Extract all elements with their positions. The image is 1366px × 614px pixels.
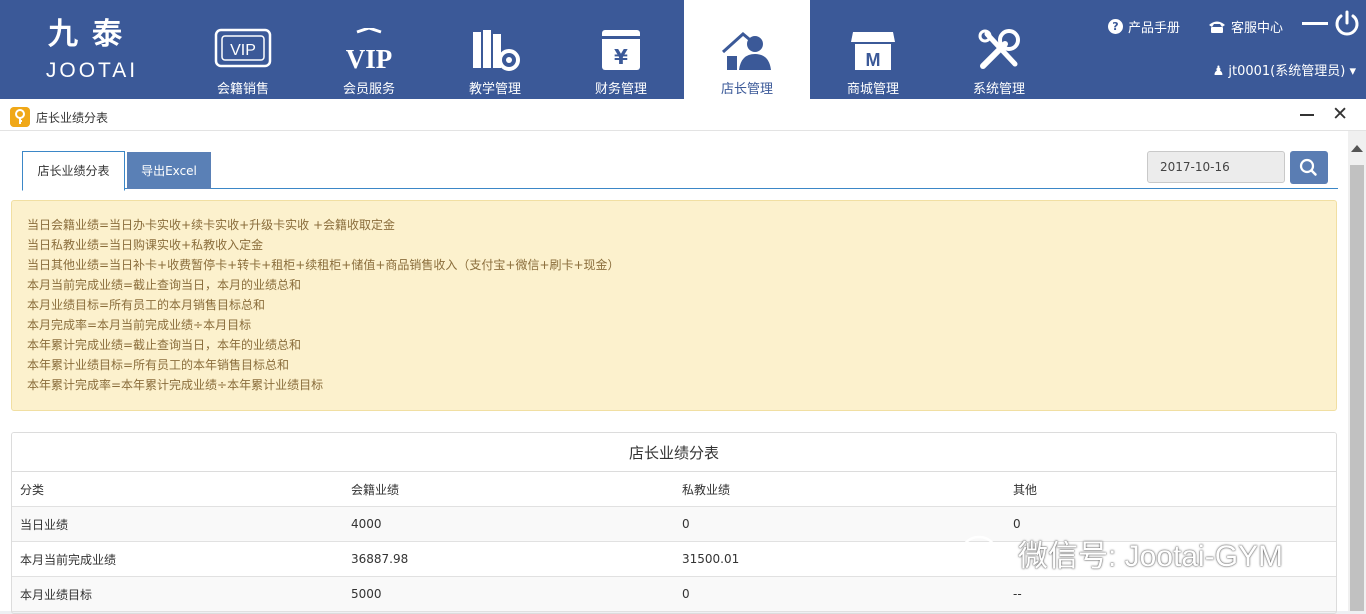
table-cell: 5000 bbox=[343, 576, 674, 612]
caret-down-icon: ▾ bbox=[1349, 64, 1356, 79]
table-row: 本月业绩目标 5000 0 -- bbox=[12, 576, 1336, 612]
panel-header: 店长业绩分表 ✕ bbox=[0, 99, 1366, 131]
power-icon[interactable] bbox=[1334, 10, 1360, 36]
wechat-watermark: 微信号: Jootai-GYM bbox=[960, 531, 1283, 575]
vertical-scrollbar[interactable] bbox=[1348, 131, 1366, 611]
nav-mall[interactable]: M 商城管理 bbox=[810, 0, 936, 99]
column-header: 分类 bbox=[12, 472, 343, 507]
export-excel-button[interactable]: 导出Excel bbox=[127, 152, 211, 189]
column-header: 私教业绩 bbox=[674, 472, 1005, 507]
panel-minimize-button[interactable] bbox=[1300, 114, 1314, 116]
table-cell: 4000 bbox=[343, 506, 674, 542]
user-icon: ♟ bbox=[1212, 64, 1225, 79]
info-line: 本年累计完成业绩=截止查询当日，本年的业绩总和 bbox=[27, 338, 302, 352]
svg-text:VIP: VIP bbox=[346, 44, 393, 72]
table-cell: 0 bbox=[674, 506, 1005, 542]
top-navigation-bar: 九泰 JOOTAI VIP 会籍销售 VIP 会员服务 教学管理 ¥ 财务管理 … bbox=[0, 0, 1366, 99]
panel-title: 店长业绩分表 bbox=[36, 111, 109, 125]
info-line: 本月当前完成业绩=截止查询当日，本月的业绩总和 bbox=[27, 278, 302, 292]
nav-label: 系统管理 bbox=[972, 82, 1025, 97]
customer-service-label: 客服中心 bbox=[1231, 21, 1284, 36]
nav-teaching[interactable]: 教学管理 bbox=[432, 0, 558, 99]
brand-logo: 九泰 JOOTAI bbox=[22, 18, 162, 94]
info-line: 当日会籍业绩=当日办卡实收+续卡实收+升级卡实收 +会籍收取定金 bbox=[27, 218, 396, 232]
nav-label: 财务管理 bbox=[594, 82, 647, 97]
tabs-divider bbox=[22, 188, 1338, 189]
minimize-app-button[interactable] bbox=[1302, 22, 1328, 25]
product-manual-label: 产品手册 bbox=[1128, 21, 1181, 36]
nav-membership-sales[interactable]: VIP 会籍销售 bbox=[180, 0, 306, 99]
table-cell: 31500.01 bbox=[674, 541, 1005, 577]
nav-label: 教学管理 bbox=[468, 82, 521, 97]
table-cell: -- bbox=[1005, 576, 1336, 612]
nav-label: 会籍销售 bbox=[216, 82, 269, 97]
tools-icon bbox=[978, 29, 1020, 69]
info-line: 当日其他业绩=当日补卡+收费暂停卡+转卡+租柜+续租柜+储值+商品销售收入（支付… bbox=[27, 258, 620, 272]
header-right: ? 产品手册 客服中心 ♟ jt0001(系统管理员) ▾ bbox=[1086, 0, 1366, 99]
yuan-document-icon: ¥ bbox=[602, 30, 640, 70]
vip-card-icon: VIP bbox=[214, 28, 272, 68]
info-line: 本月业绩目标=所有员工的本月销售目标总和 bbox=[27, 298, 266, 312]
table-cell: 本月业绩目标 bbox=[12, 576, 343, 612]
user-menu[interactable]: ♟ jt0001(系统管理员) ▾ bbox=[1213, 60, 1356, 79]
table-cell: 36887.98 bbox=[343, 541, 674, 577]
product-manual-link[interactable]: ? 产品手册 bbox=[1108, 17, 1180, 36]
svg-text:VIP: VIP bbox=[230, 42, 256, 59]
panel-close-button[interactable]: ✕ bbox=[1332, 104, 1348, 124]
date-field[interactable]: 2017-10-16 bbox=[1147, 151, 1285, 183]
help-icon: ? bbox=[1108, 19, 1123, 34]
nav-system[interactable]: 系统管理 bbox=[936, 0, 1062, 99]
nav-label: 商城管理 bbox=[846, 82, 899, 97]
store-icon: M bbox=[851, 32, 895, 70]
table-cell: 当日业绩 bbox=[12, 506, 343, 542]
column-header: 其他 bbox=[1005, 472, 1336, 507]
info-line: 当日私教业绩=当日购课实收+私教收入定金 bbox=[27, 238, 264, 252]
scrollbar-thumb[interactable] bbox=[1350, 165, 1364, 611]
formula-info-box: 当日会籍业绩=当日办卡实收+续卡实收+升级卡实收 +会籍收取定金 当日私教业绩=… bbox=[11, 200, 1337, 411]
customer-service-link[interactable]: 客服中心 bbox=[1208, 17, 1283, 36]
column-header: 会籍业绩 bbox=[343, 472, 674, 507]
nav-label: 店长管理 bbox=[720, 82, 773, 97]
phone-icon bbox=[1209, 21, 1225, 33]
scroll-up-arrow-icon[interactable] bbox=[1351, 145, 1363, 152]
wechat-icon bbox=[961, 535, 1009, 571]
tab-report[interactable]: 店长业绩分表 bbox=[22, 151, 125, 191]
svg-text:¥: ¥ bbox=[614, 45, 628, 69]
performance-table-panel: 店长业绩分表 分类 会籍业绩 私教业绩 其他 当日业绩 4000 0 0 本月当… bbox=[11, 432, 1337, 614]
nav-manager[interactable]: 店长管理 bbox=[684, 0, 810, 99]
table-cell: 0 bbox=[674, 576, 1005, 612]
svg-text:M: M bbox=[866, 50, 881, 70]
info-line: 本年累计业绩目标=所有员工的本年销售目标总和 bbox=[27, 358, 290, 372]
search-icon bbox=[1299, 158, 1317, 176]
nav-member-service[interactable]: VIP 会员服务 bbox=[306, 0, 432, 99]
user-name: jt0001(系统管理员) bbox=[1228, 64, 1346, 79]
table-cell: 本月当前完成业绩 bbox=[12, 541, 343, 577]
nav-label: 会员服务 bbox=[342, 82, 395, 97]
books-gear-icon bbox=[473, 30, 520, 71]
table-header-row: 分类 会籍业绩 私教业绩 其他 bbox=[12, 472, 1336, 507]
key-icon bbox=[10, 107, 30, 127]
nav-finance[interactable]: ¥ 财务管理 bbox=[558, 0, 684, 99]
info-line: 本月完成率=本月当前完成业绩÷本月目标 bbox=[27, 318, 252, 332]
table-title: 店长业绩分表 bbox=[12, 433, 1336, 472]
vip-badge-icon: VIP bbox=[346, 28, 393, 72]
watermark-text: 微信号: Jootai-GYM bbox=[1018, 540, 1284, 573]
brand-logo-en: JOOTAI bbox=[45, 59, 139, 82]
brand-logo-cn: 九泰 bbox=[48, 17, 136, 52]
manager-icon bbox=[721, 32, 771, 70]
info-line: 本年累计完成率=本年累计完成业绩÷本年累计业绩目标 bbox=[27, 378, 324, 392]
search-button[interactable] bbox=[1290, 151, 1328, 184]
